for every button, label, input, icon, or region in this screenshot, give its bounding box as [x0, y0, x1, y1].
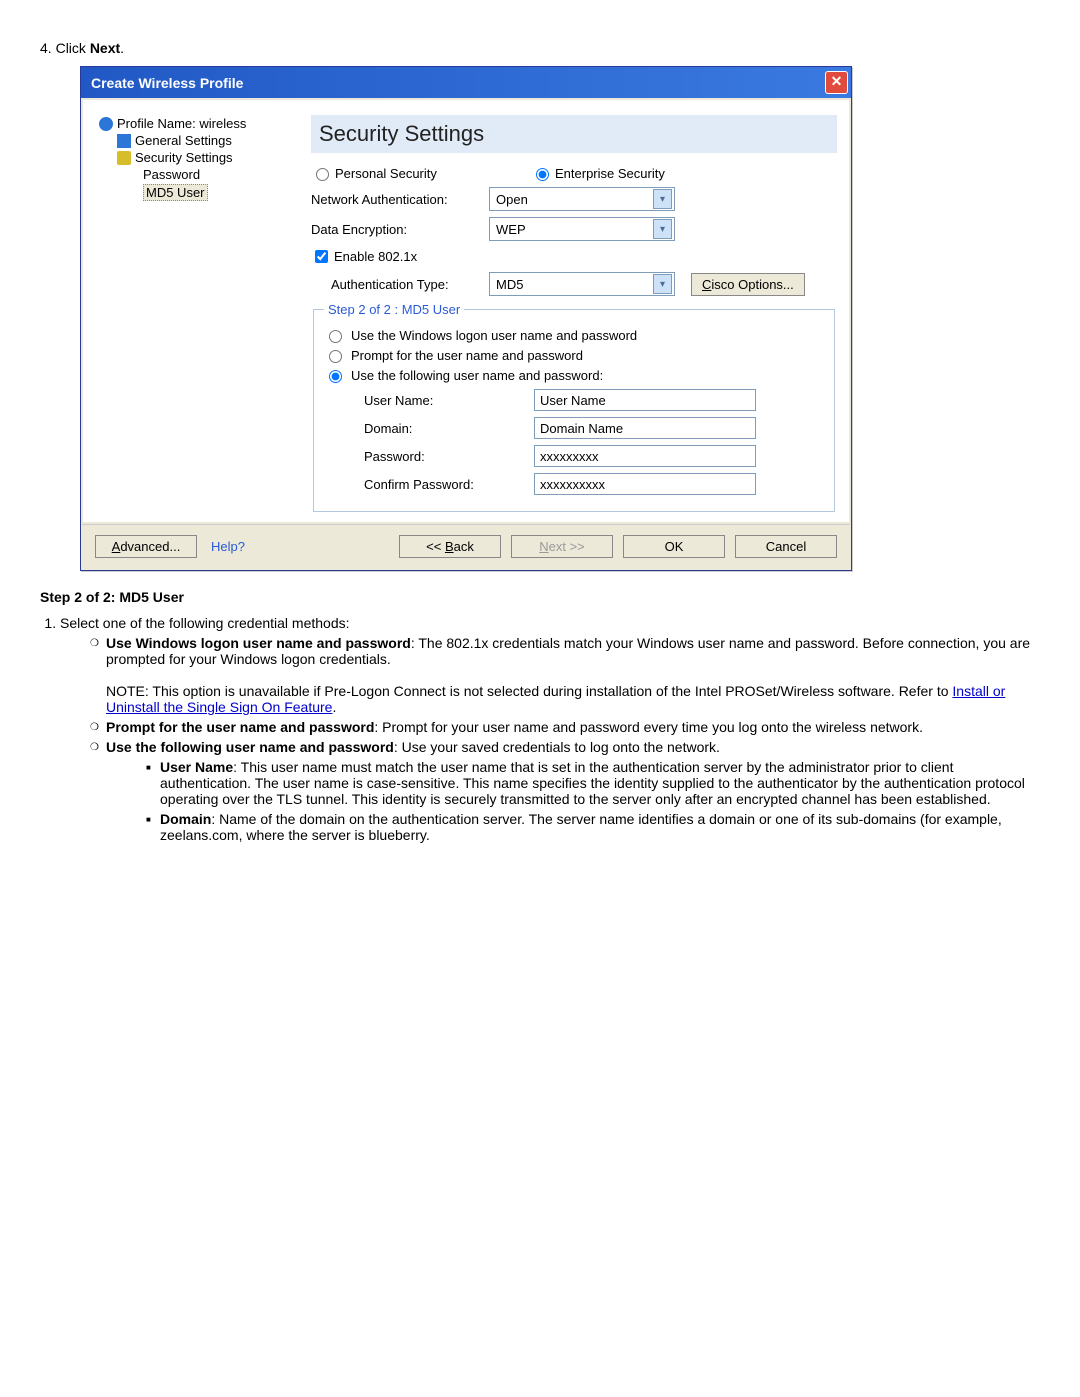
ok-button[interactable]: OK: [623, 535, 725, 558]
next-button[interactable]: Next >>: [511, 535, 613, 558]
enterprise-security-radio[interactable]: [536, 168, 549, 181]
cred-following-radio[interactable]: [329, 370, 342, 383]
tree-profile[interactable]: Profile Name: wireless: [95, 115, 305, 132]
card-icon: [117, 134, 131, 148]
dialog-title: Create Wireless Profile: [91, 75, 243, 91]
chevron-down-icon: ▾: [653, 274, 672, 294]
doc-instructions: Select one of the following credential m…: [60, 615, 1040, 843]
doc-step-4: 4. Click Next.: [40, 40, 1040, 56]
tree-md5[interactable]: MD5 User: [95, 183, 305, 202]
cred-windows-radio[interactable]: [329, 330, 342, 343]
enable-8021x-checkbox[interactable]: [315, 250, 328, 263]
cisco-options-button[interactable]: Cisco Options...: [691, 273, 805, 296]
tree-general[interactable]: General Settings: [95, 132, 305, 149]
close-icon[interactable]: ✕: [825, 71, 848, 94]
domain-field[interactable]: [534, 417, 756, 439]
tree-password[interactable]: Password: [95, 166, 305, 183]
advanced-button[interactable]: Advanced...: [95, 535, 197, 558]
help-link[interactable]: Help?: [211, 539, 245, 554]
cred-prompt-radio[interactable]: [329, 350, 342, 363]
doc-heading: Step 2 of 2: MD5 User: [40, 589, 1040, 605]
dataenc-label: Data Encryption:: [311, 222, 489, 237]
authtype-combo[interactable]: MD5▾: [489, 272, 675, 296]
username-field[interactable]: [534, 389, 756, 411]
network-icon: [99, 117, 113, 131]
create-wireless-profile-dialog: Create Wireless Profile ✕ Profile Name: …: [80, 66, 852, 571]
personal-security-radio[interactable]: [316, 168, 329, 181]
tree-security[interactable]: Security Settings: [95, 149, 305, 166]
chevron-down-icon: ▾: [653, 219, 672, 239]
lock-icon: [117, 151, 131, 165]
titlebar: Create Wireless Profile ✕: [81, 67, 851, 98]
dialog-footer: Advanced... Help? << Back Next >> OK Can…: [81, 524, 851, 570]
netauth-combo[interactable]: Open▾: [489, 187, 675, 211]
password-field[interactable]: [534, 445, 756, 467]
dataenc-combo[interactable]: WEP▾: [489, 217, 675, 241]
md5-user-group: Step 2 of 2 : MD5 User Use the Windows l…: [313, 302, 835, 512]
page-title: Security Settings: [311, 115, 837, 153]
nav-tree: Profile Name: wireless General Settings …: [95, 115, 305, 512]
back-button[interactable]: << Back: [399, 535, 501, 558]
authtype-label: Authentication Type:: [331, 277, 489, 292]
confirm-password-field[interactable]: [534, 473, 756, 495]
chevron-down-icon: ▾: [653, 189, 672, 209]
group-legend: Step 2 of 2 : MD5 User: [324, 302, 464, 317]
cancel-button[interactable]: Cancel: [735, 535, 837, 558]
netauth-label: Network Authentication:: [311, 192, 489, 207]
